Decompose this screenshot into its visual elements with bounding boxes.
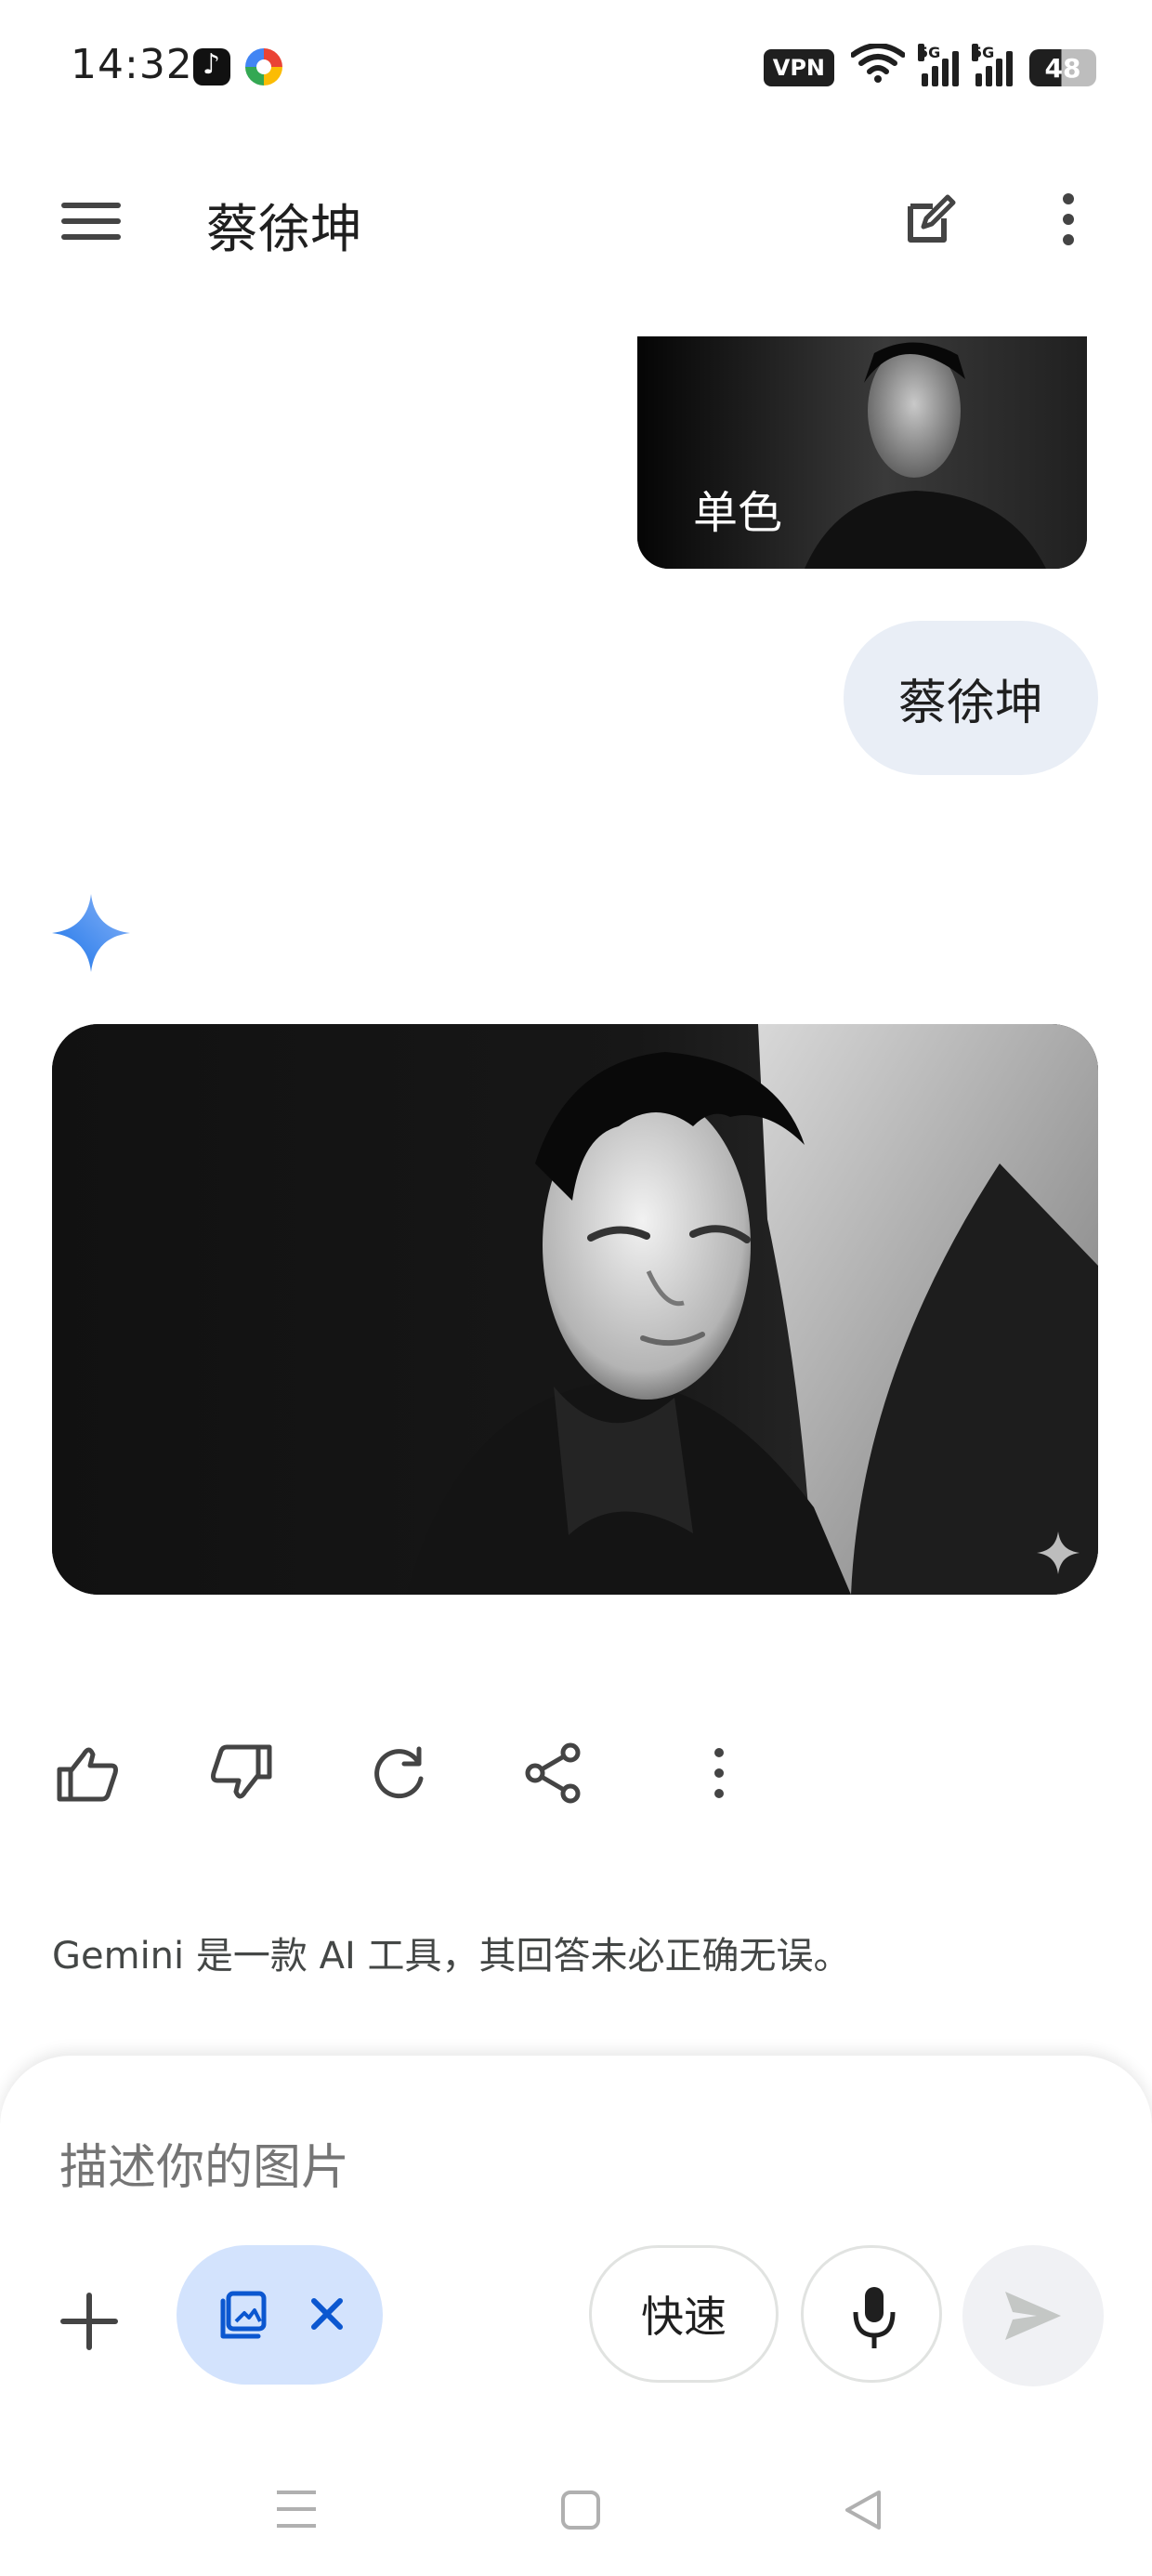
image-style-label: 单色 <box>693 487 783 539</box>
conversation-title: 蔡徐坤 <box>206 200 362 260</box>
send-button[interactable] <box>962 2245 1104 2386</box>
battery-icon: 48 <box>1029 49 1096 86</box>
generated-image[interactable] <box>52 1024 1098 1595</box>
home-icon[interactable] <box>561 2491 600 2530</box>
add-icon[interactable] <box>56 2288 123 2355</box>
uploaded-image-card[interactable]: 单色 <box>637 336 1087 569</box>
response-actions <box>52 1738 795 1812</box>
ai-disclaimer: Gemini 是一款 AI 工具，其回答未必正确无误。 <box>52 1935 851 1978</box>
status-time: 14:32 <box>71 41 193 88</box>
more-vertical-icon[interactable] <box>684 1738 754 1808</box>
gemini-chat-screen: 14:32 VPN 5G 5G <box>0 0 1152 2576</box>
edit-icon[interactable] <box>901 190 961 249</box>
image-mode-chip[interactable] <box>177 2245 383 2385</box>
recents-icon[interactable] <box>275 2489 318 2530</box>
share-icon[interactable] <box>518 1738 589 1808</box>
vpn-badge: VPN <box>763 49 834 86</box>
thumbs-down-icon[interactable] <box>206 1738 277 1808</box>
close-icon[interactable] <box>307 2293 347 2334</box>
regenerate-icon[interactable] <box>362 1738 433 1808</box>
back-icon[interactable] <box>842 2489 884 2531</box>
gemini-spark-icon <box>52 894 130 972</box>
microphone-icon <box>853 2287 896 2348</box>
prompt-input[interactable] <box>58 2130 1083 2206</box>
user-prompt-bubble: 蔡徐坤 <box>844 621 1098 775</box>
microphone-button[interactable] <box>801 2245 942 2383</box>
wifi-icon <box>850 43 906 92</box>
thumbs-up-icon[interactable] <box>52 1738 123 1808</box>
sparkle-watermark-icon <box>1037 1531 1080 1574</box>
image-mode-icon <box>216 2288 271 2344</box>
multicolor-app-icon <box>245 48 282 85</box>
menu-icon[interactable] <box>61 203 121 240</box>
fast-mode-button[interactable]: 快速 <box>589 2245 779 2383</box>
signal-icon: 5G <box>972 44 1013 86</box>
more-vertical-icon[interactable] <box>1050 190 1087 249</box>
send-icon <box>1005 2292 1061 2340</box>
network-label: 5G <box>972 44 995 61</box>
tiktok-icon <box>193 48 230 85</box>
system-navigation <box>0 2463 1152 2556</box>
status-indicators: VPN 5G 5G 48 <box>763 43 1096 92</box>
app-header: 蔡徐坤 <box>0 167 1152 269</box>
status-bar: 14:32 VPN 5G 5G <box>0 0 1152 139</box>
network-label: 5G <box>918 44 941 61</box>
signal-icon: 5G <box>918 44 959 86</box>
